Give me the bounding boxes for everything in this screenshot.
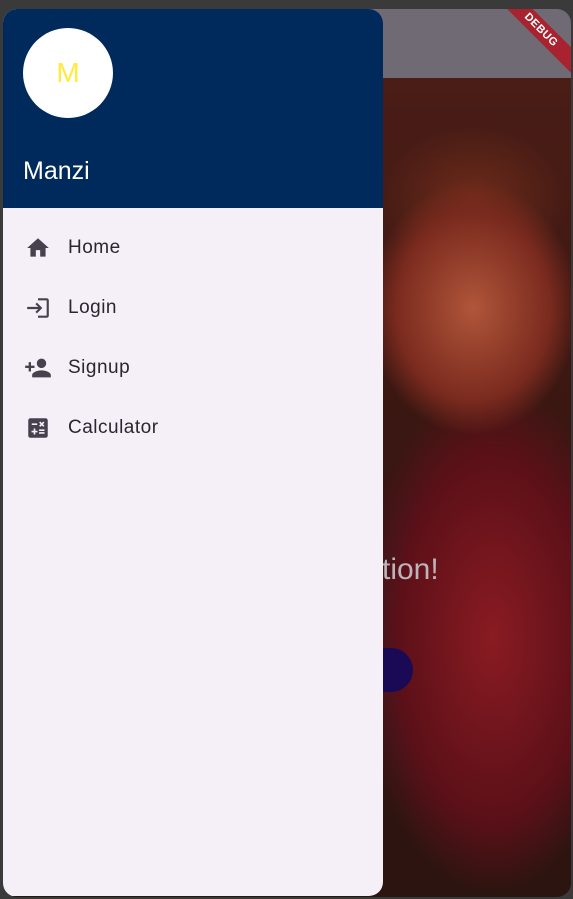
drawer-item-label: Login — [68, 297, 117, 318]
login-icon — [23, 293, 53, 323]
drawer-item-login[interactable]: Login — [3, 278, 383, 338]
avatar: M — [23, 28, 113, 118]
app-window: Your Solution! DEBUG M Manzi Home Login — [3, 9, 571, 897]
avatar-initial: M — [56, 57, 80, 88]
account-name: Manzi — [23, 157, 90, 185]
drawer-item-label: Signup — [68, 357, 131, 378]
drawer-item-label: Calculator — [68, 417, 159, 438]
drawer-item-label: Home — [68, 237, 121, 258]
calculate-icon — [23, 413, 53, 443]
drawer-menu: Home Login Signup Calculator — [3, 218, 383, 458]
drawer-item-home[interactable]: Home — [3, 218, 383, 278]
drawer-header: M Manzi — [3, 9, 383, 208]
navigation-drawer: M Manzi Home Login Signup Calculator — [3, 9, 383, 896]
person-add-icon — [23, 353, 53, 383]
drawer-item-signup[interactable]: Signup — [3, 338, 383, 398]
home-icon — [23, 233, 53, 263]
drawer-item-calculator[interactable]: Calculator — [3, 398, 383, 458]
